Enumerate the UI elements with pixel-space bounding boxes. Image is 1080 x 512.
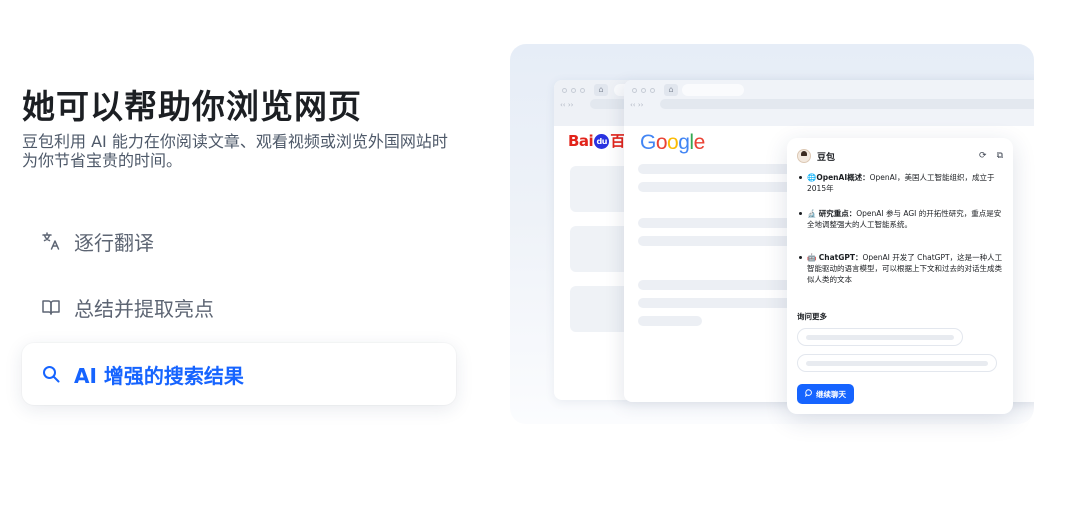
suggestion-chip[interactable] [797,354,997,372]
feature-label: 总结并提取亮点 [74,296,214,321]
feature-tab-translate[interactable]: 逐行翻译 [22,210,456,272]
google-logo: Google [640,131,705,154]
browser-tab [682,84,744,96]
placeholder-line [638,316,702,326]
feature-tab-summarize[interactable]: 总结并提取亮点 [22,276,456,338]
chat-bubble-icon [804,389,813,399]
answer-bullet: 🌐OpenAI概述：OpenAI，美国人工智能组织，成立于2015年 [799,172,1003,194]
assistant-title: 豆包 [817,152,836,163]
translate-icon [40,230,62,252]
feature-label: 逐行翻译 [74,230,154,255]
answer-bullet: 🔬 研究重点：OpenAI 参与 AGI 的开拓性研究，重点是安全地调整强大的人… [799,208,1003,230]
answer-bullet: 🤖 ChatGPT：OpenAI 开发了 ChatGPT，这是一种人工智能驱动的… [799,252,1003,285]
home-icon: ⌂ [594,84,608,96]
assistant-header: 豆包 ⟳ ⧉ [797,148,1003,164]
ask-more-label: 询问更多 [797,312,827,321]
window-controls [562,88,585,93]
feature-label: AI 增强的搜索结果 [74,363,244,388]
copy-icon[interactable]: ⧉ [997,151,1003,161]
address-bar [660,99,1034,109]
window-controls [632,88,655,93]
suggestion-chip[interactable] [797,328,963,346]
assistant-card: 豆包 ⟳ ⧉ 🌐OpenAI概述：OpenAI，美国人工智能组织，成立于2015… [787,138,1013,414]
search-icon [40,363,62,385]
nav-arrows-icon: ‹‹ ›› [560,101,574,109]
home-icon: ⌂ [664,84,678,96]
avatar [797,149,811,163]
book-icon [40,296,62,318]
page-description: 豆包利用 AI 能力在你阅读文章、观看视频或浏览外国网站时为你节省宝贵的时间。 [22,132,448,170]
feature-tab-search[interactable]: AI 增强的搜索结果 [22,343,456,405]
placeholder-block [570,226,630,272]
nav-arrows-icon: ‹‹ ›› [630,101,644,109]
page-title: 她可以帮助你浏览网页 [22,87,362,126]
placeholder-block [570,286,630,332]
browser-toolbar: ⌂ ‹‹ ›› [624,80,1034,126]
refresh-icon[interactable]: ⟳ [979,151,987,161]
continue-chat-button[interactable]: 继续聊天 [797,384,854,404]
baidu-logo: Bai du 百 [568,132,625,150]
placeholder-block [570,166,630,212]
